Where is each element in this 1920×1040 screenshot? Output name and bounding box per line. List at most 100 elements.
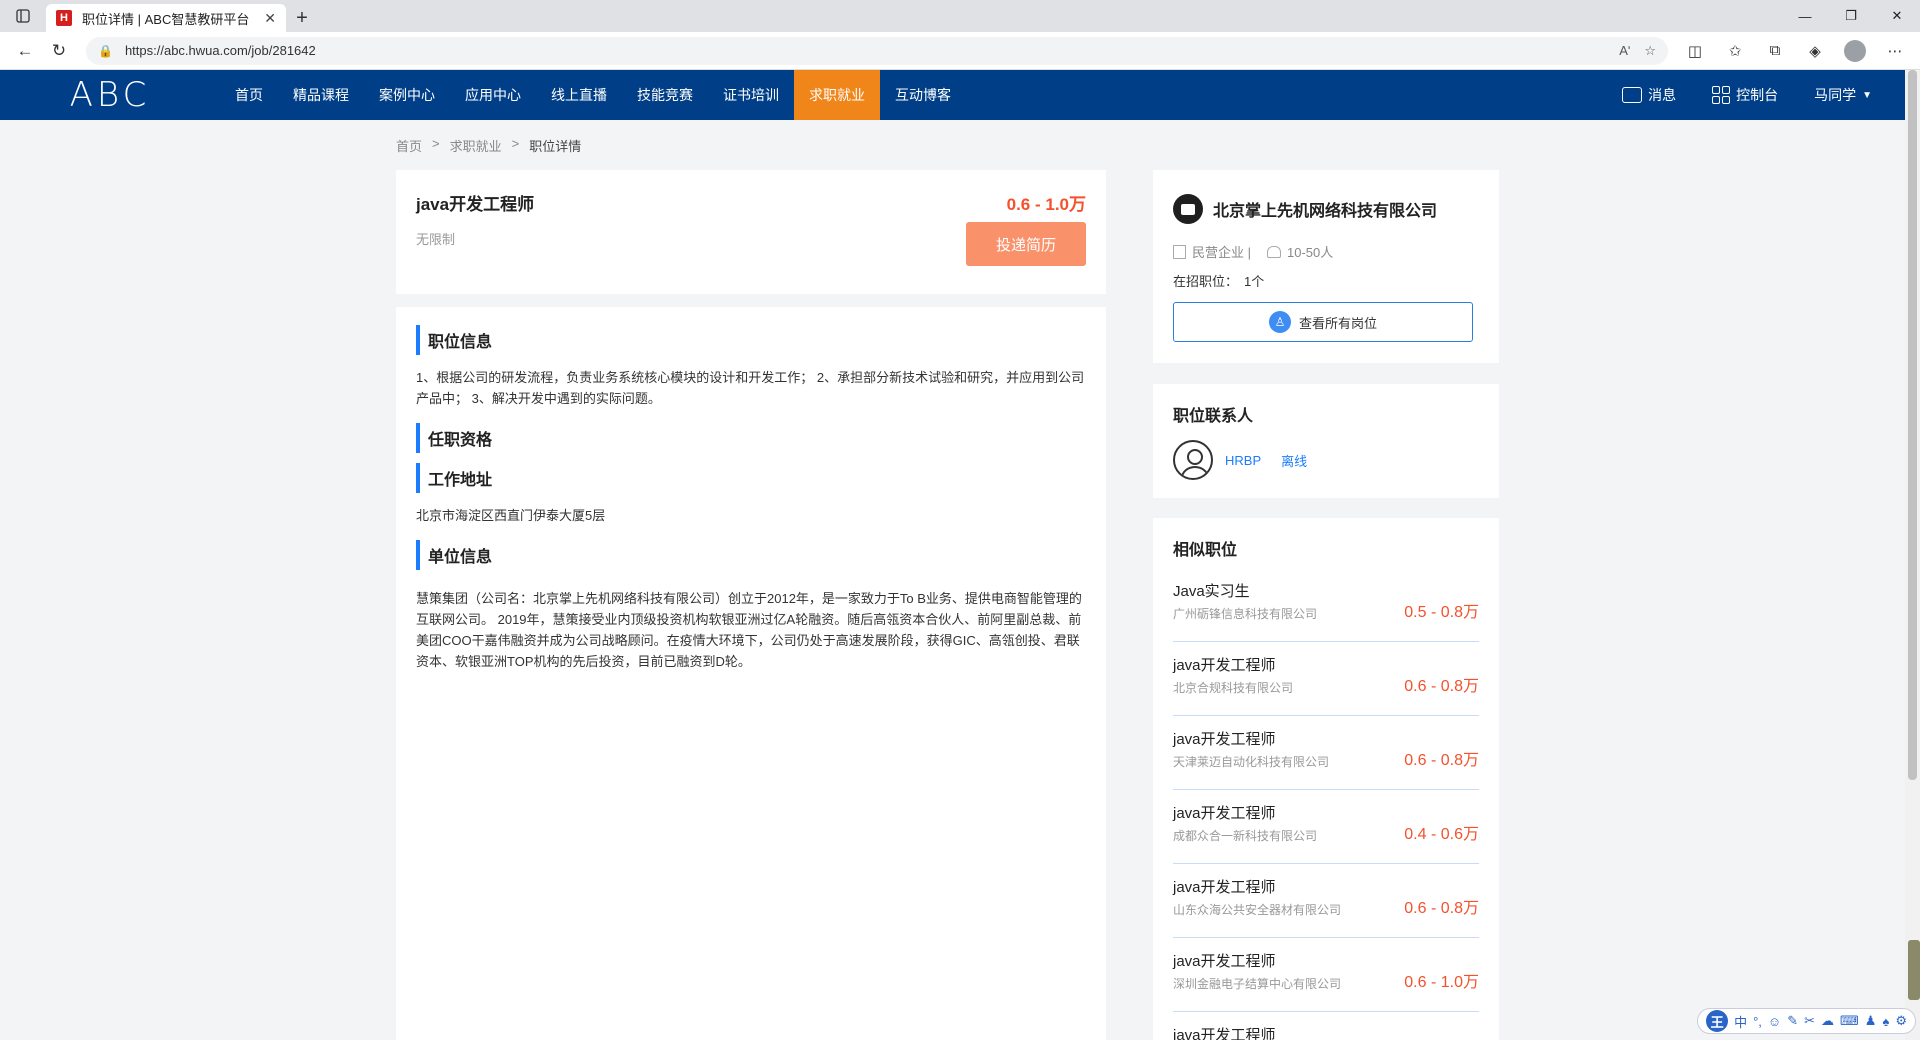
breadcrumb: 首页 > 求职就业 > 职位详情	[396, 136, 581, 155]
favorites-icon[interactable]: ✩	[1718, 36, 1752, 66]
open-positions-label: 在招职位：	[1173, 274, 1239, 289]
nav-certificate[interactable]: 证书培训	[708, 70, 794, 120]
user-name: 马同学	[1814, 87, 1857, 103]
url-text: https://abc.hwua.com/job/281642	[124, 43, 316, 58]
nav-courses[interactable]: 精品课程	[278, 70, 364, 120]
section-title-address: 工作地址	[416, 463, 1086, 493]
similar-job-item[interactable]: java开发工程师 山东众海公共安全器材有限公司 0.6 - 0.8万	[1173, 864, 1479, 938]
similar-jobs-card: 相似职位 Java实习生 广州砺锋信息科技有限公司 0.5 - 0.8万 jav…	[1153, 518, 1499, 1040]
refresh-icon[interactable]: ↻	[42, 36, 76, 66]
messages-label: 消息	[1648, 87, 1677, 103]
open-positions-count: 1个	[1244, 274, 1265, 289]
skin-icon[interactable]: ♠	[1882, 1014, 1889, 1029]
breadcrumb-home[interactable]: 首页	[396, 136, 422, 155]
user-menu[interactable]: 马同学 ▼	[1814, 85, 1872, 105]
ime-mode-toggle[interactable]: 中	[1734, 1012, 1747, 1031]
similar-job-item[interactable]: java开发工程师	[1173, 1012, 1479, 1040]
nav-contest[interactable]: 技能竞赛	[622, 70, 708, 120]
handwrite-icon[interactable]: ✎	[1787, 1013, 1798, 1029]
people-icon	[1267, 245, 1281, 258]
similar-job-item[interactable]: Java实习生 广州砺锋信息科技有限公司 0.5 - 0.8万	[1173, 568, 1479, 642]
breadcrumb-jobs[interactable]: 求职就业	[450, 136, 502, 155]
favorite-add-icon[interactable]: ☆	[1644, 43, 1656, 59]
company-name[interactable]: 北京掌上先机网络科技有限公司	[1213, 197, 1437, 221]
new-tab-icon[interactable]: +	[286, 4, 318, 32]
profile-icon[interactable]	[1838, 36, 1872, 66]
company-intro-text: 慧策集团（公司名：北京掌上先机网络科技有限公司）创立于2012年，是一家致力于T…	[416, 591, 1082, 669]
site-favicon-icon: H	[56, 10, 72, 26]
tab-actions-icon[interactable]	[0, 0, 46, 32]
tie-icon: ♙	[1268, 311, 1291, 333]
scrollbar-thumb[interactable]	[1908, 70, 1917, 780]
grid-icon	[1712, 86, 1731, 104]
nav-jobs[interactable]: 求职就业	[794, 70, 880, 120]
similar-jobs-list: Java实习生 广州砺锋信息科技有限公司 0.5 - 0.8万 java开发工程…	[1173, 568, 1479, 1040]
emoji-icon[interactable]: ☺	[1768, 1014, 1781, 1029]
browser-tab-active[interactable]: H 职位详情 | ABC智慧教研平台 ✕	[46, 4, 286, 32]
similar-job-salary: 0.4 - 0.6万	[1404, 826, 1479, 843]
console-label: 控制台	[1736, 87, 1779, 103]
window-close-icon[interactable]: ✕	[1874, 0, 1920, 32]
similar-job-item[interactable]: java开发工程师 深圳金融电子结算中心有限公司 0.6 - 1.0万	[1173, 938, 1479, 1012]
user-avatar-icon	[1173, 440, 1213, 480]
ime-toolbar: 王 中 °, ☺ ✎ ✂ ☁ ⌨ ♟ ♠ ⚙	[1697, 1008, 1916, 1034]
similar-job-item[interactable]: java开发工程师 成都众合一新科技有限公司 0.4 - 0.6万	[1173, 790, 1479, 864]
job-salary: 0.6 - 1.0万	[1006, 195, 1086, 214]
nav-home[interactable]: 首页	[220, 70, 278, 120]
ime-punctuation-toggle[interactable]: °,	[1753, 1014, 1762, 1029]
page-scrollbar[interactable]	[1905, 70, 1920, 1040]
messages-button[interactable]: 消息	[1622, 85, 1676, 105]
similar-job-salary: 0.6 - 0.8万	[1404, 752, 1479, 769]
collections-icon[interactable]: ⧉	[1758, 36, 1792, 66]
user-icon[interactable]: ♟	[1865, 1013, 1877, 1029]
similar-job-salary: 0.5 - 0.8万	[1404, 604, 1479, 621]
minimize-icon[interactable]: —	[1782, 0, 1828, 32]
keyboard-icon[interactable]: ⌨	[1840, 1013, 1859, 1029]
nav-cases[interactable]: 案例中心	[364, 70, 450, 120]
url-input[interactable]: 🔒 https://abc.hwua.com/job/281642 Aʹ ☆	[86, 36, 1668, 65]
job-info-text: 1、根据公司的研发流程，负责业务系统核心模块的设计和开发工作； 2、承担部分新技…	[416, 370, 1085, 406]
console-button[interactable]: 控制台	[1712, 85, 1778, 105]
nav-apps[interactable]: 应用中心	[450, 70, 536, 120]
section-title-unit: 单位信息	[416, 540, 1086, 570]
caret-down-icon: ▼	[1862, 89, 1872, 101]
job-address-text: 北京市海淀区西直门伊泰大厦5层	[416, 508, 606, 523]
restore-icon[interactable]: ❐	[1828, 0, 1874, 32]
split-screen-icon[interactable]: ◫	[1678, 36, 1712, 66]
similar-job-salary: 0.6 - 1.0万	[1404, 974, 1479, 991]
header-actions: 消息 控制台 马同学 ▼	[1622, 70, 1872, 120]
similar-job-salary: 0.6 - 0.8万	[1404, 900, 1479, 917]
view-all-positions-button[interactable]: ♙ 查看所有岗位	[1173, 302, 1473, 342]
contact-row: HRBP 离线	[1173, 440, 1479, 480]
tab-title: 职位详情 | ABC智慧教研平台	[82, 11, 250, 27]
site-logo[interactable]: ABC	[40, 70, 180, 120]
site-header: ABC 首页 精品课程 案例中心 应用中心 线上直播 技能竞赛 证书培训 求职就…	[0, 70, 1920, 120]
scissors-icon[interactable]: ✂	[1804, 1013, 1815, 1029]
browser-essentials-icon[interactable]: ◈	[1798, 36, 1832, 66]
more-icon[interactable]: ⋯	[1878, 36, 1912, 66]
nav-live[interactable]: 线上直播	[536, 70, 622, 120]
back-icon[interactable]: ←	[8, 36, 42, 66]
browser-tabbar: H 职位详情 | ABC智慧教研平台 ✕ + — ❐ ✕	[0, 0, 1920, 32]
similar-job-title: java开发工程师	[1173, 1027, 1276, 1040]
building-icon	[1173, 244, 1186, 259]
apply-resume-button[interactable]: 投递简历	[966, 222, 1086, 266]
company-size: 10-50人	[1287, 245, 1334, 260]
lock-icon[interactable]: 🔒	[98, 44, 113, 58]
settings-icon[interactable]: ⚙	[1895, 1013, 1907, 1029]
tab-close-icon[interactable]: ✕	[264, 10, 276, 27]
nav-blog[interactable]: 互动博客	[880, 70, 966, 120]
similar-job-salary: 0.6 - 0.8万	[1404, 678, 1479, 695]
open-positions: 在招职位： 1个	[1173, 271, 1479, 290]
page-content: 首页 > 求职就业 > 职位详情 java开发工程师 无限制 0.6 - 1.0…	[0, 120, 1905, 1040]
similar-job-item[interactable]: java开发工程师 天津莱迈自动化科技有限公司 0.6 - 0.8万	[1173, 716, 1479, 790]
similar-job-item[interactable]: java开发工程师 北京合规科技有限公司 0.6 - 0.8万	[1173, 642, 1479, 716]
read-aloud-icon[interactable]: Aʹ	[1619, 43, 1630, 59]
job-title: java开发工程师	[416, 195, 535, 214]
side-widget-handle[interactable]	[1908, 940, 1920, 1000]
breadcrumb-separator: >	[432, 136, 440, 151]
main-nav: 首页 精品课程 案例中心 应用中心 线上直播 技能竞赛 证书培训 求职就业 互动…	[220, 70, 966, 120]
ime-logo-icon[interactable]: 王	[1706, 1010, 1729, 1032]
contact-name[interactable]: HRBP	[1225, 453, 1261, 468]
cloud-icon[interactable]: ☁	[1821, 1013, 1834, 1029]
